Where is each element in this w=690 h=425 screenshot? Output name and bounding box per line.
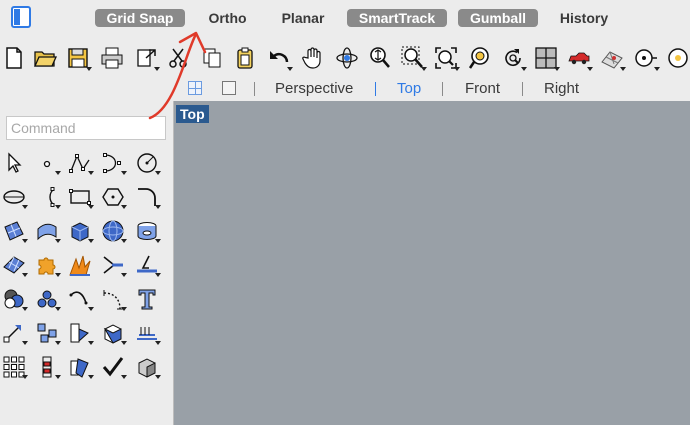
rebuild-curve-icon[interactable] bbox=[66, 285, 94, 313]
trim-icon[interactable] bbox=[99, 251, 127, 279]
zoom-extents-icon[interactable] bbox=[432, 43, 460, 73]
ellipse-icon[interactable] bbox=[0, 183, 28, 211]
check-icon[interactable] bbox=[99, 353, 127, 381]
main-toolbar bbox=[0, 40, 690, 76]
tab-divider bbox=[442, 82, 443, 96]
sidebar-toggle-icon[interactable] bbox=[11, 6, 31, 28]
surface-sweep-icon[interactable] bbox=[33, 217, 61, 245]
tab-divider bbox=[522, 82, 523, 96]
box-solid-icon[interactable] bbox=[66, 217, 94, 245]
polygon-icon[interactable] bbox=[99, 183, 127, 211]
tool-panel bbox=[0, 101, 174, 425]
tab-top[interactable]: Top bbox=[397, 80, 421, 97]
print-icon[interactable] bbox=[98, 43, 126, 73]
curve-icon[interactable] bbox=[99, 149, 127, 177]
zoom-window-icon[interactable] bbox=[399, 43, 427, 73]
tab-right[interactable]: Right bbox=[544, 80, 579, 97]
polyline-icon[interactable] bbox=[66, 149, 94, 177]
undo-view-icon[interactable] bbox=[499, 43, 527, 73]
rotate-view-icon[interactable] bbox=[333, 43, 361, 73]
circle-icon[interactable] bbox=[133, 149, 161, 177]
array-icon[interactable] bbox=[33, 319, 61, 347]
status-bar: Grid Snap Ortho Planar SmartTrack Gumbal… bbox=[0, 0, 690, 38]
mesh-icon[interactable] bbox=[133, 217, 161, 245]
transform-icon[interactable] bbox=[0, 319, 28, 347]
gumball-toggle[interactable]: Gumball bbox=[458, 9, 538, 27]
zoom-dynamic-icon[interactable] bbox=[366, 43, 394, 73]
history-toggle[interactable]: History bbox=[552, 9, 616, 27]
text-icon[interactable] bbox=[133, 285, 161, 313]
open-folder-icon[interactable] bbox=[31, 43, 59, 73]
arc-icon[interactable] bbox=[33, 183, 61, 211]
dimension-icon[interactable] bbox=[99, 285, 127, 313]
viewport-top[interactable]: Top bbox=[174, 101, 690, 425]
mirror-icon[interactable] bbox=[66, 353, 94, 381]
group-icon[interactable] bbox=[33, 285, 61, 313]
tab-divider bbox=[254, 82, 255, 96]
sphere-icon[interactable] bbox=[99, 217, 127, 245]
four-viewports-icon[interactable] bbox=[532, 43, 560, 73]
split-icon[interactable] bbox=[133, 251, 161, 279]
command-input[interactable] bbox=[6, 116, 166, 140]
zoom-selected-icon[interactable] bbox=[466, 43, 494, 73]
puzzle-icon[interactable] bbox=[33, 251, 61, 279]
tab-divider bbox=[375, 82, 376, 96]
surface-patch-icon[interactable] bbox=[0, 217, 28, 245]
fillet-icon[interactable] bbox=[133, 183, 161, 211]
undo-icon[interactable] bbox=[265, 43, 293, 73]
grid-array-icon[interactable] bbox=[0, 353, 28, 381]
smarttrack-toggle[interactable]: SmartTrack bbox=[347, 9, 447, 27]
four-viewport-layout-icon[interactable] bbox=[188, 81, 202, 95]
new-file-icon[interactable] bbox=[0, 43, 28, 73]
viewport-label[interactable]: Top bbox=[176, 105, 209, 123]
extrude-icon[interactable] bbox=[99, 319, 127, 347]
rectangle-icon[interactable] bbox=[66, 183, 94, 211]
car-render-icon[interactable] bbox=[565, 43, 593, 73]
grid-snap-toggle[interactable]: Grid Snap bbox=[95, 9, 185, 27]
boolean-icon[interactable] bbox=[0, 285, 28, 313]
tab-perspective[interactable]: Perspective bbox=[275, 80, 353, 97]
surface-grid-icon[interactable] bbox=[0, 251, 28, 279]
planar-toggle[interactable]: Planar bbox=[274, 9, 332, 27]
paste-icon[interactable] bbox=[231, 43, 259, 73]
select-arrow-icon[interactable] bbox=[0, 149, 28, 177]
save-icon[interactable] bbox=[64, 43, 92, 73]
export-icon[interactable] bbox=[132, 43, 160, 73]
viewport-tabs: Perspective Top Front Right bbox=[174, 77, 690, 101]
cut-icon[interactable] bbox=[164, 43, 192, 73]
copy-icon[interactable] bbox=[198, 43, 226, 73]
osnap-icon[interactable] bbox=[632, 43, 660, 73]
align-icon[interactable] bbox=[66, 319, 94, 347]
grid-options-icon[interactable] bbox=[598, 43, 626, 73]
tab-front[interactable]: Front bbox=[465, 80, 500, 97]
point-icon[interactable] bbox=[33, 149, 61, 177]
options-icon[interactable] bbox=[664, 43, 690, 73]
single-viewport-layout-icon[interactable] bbox=[222, 81, 236, 95]
render-shade-icon[interactable] bbox=[133, 353, 161, 381]
point-edit-icon[interactable] bbox=[33, 353, 61, 381]
explode-icon[interactable] bbox=[66, 251, 94, 279]
ortho-toggle[interactable]: Ortho bbox=[200, 9, 255, 27]
pan-hand-icon[interactable] bbox=[299, 43, 327, 73]
section-icon[interactable] bbox=[133, 319, 161, 347]
